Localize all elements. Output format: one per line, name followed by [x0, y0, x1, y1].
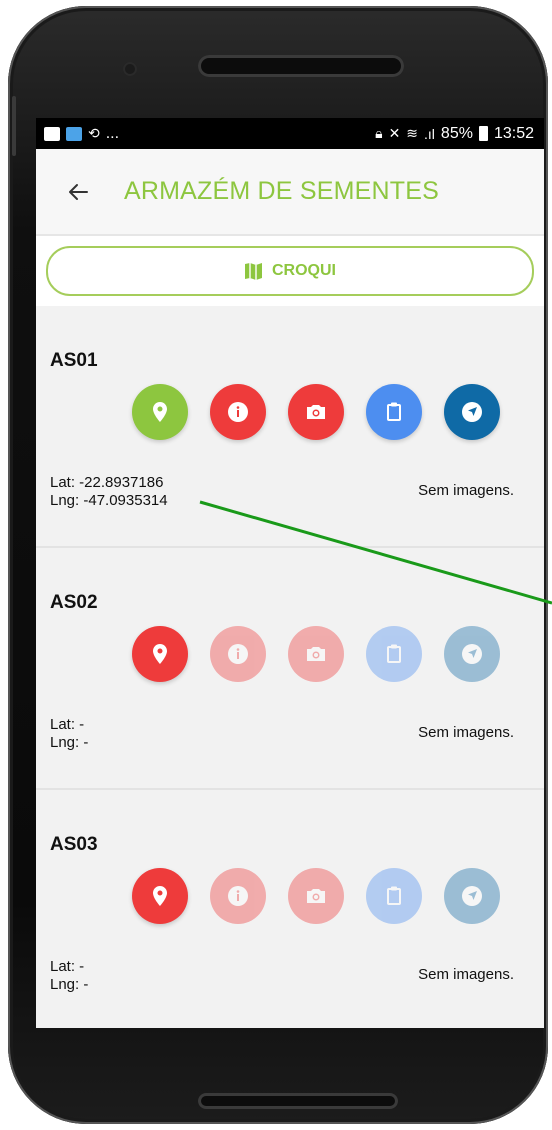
- camera-button: [288, 868, 344, 924]
- camera-icon: [307, 647, 325, 661]
- navigation-icon: [462, 402, 482, 422]
- location-button[interactable]: [132, 868, 188, 924]
- navigate-button: [444, 868, 500, 924]
- clipboard-icon: [387, 886, 401, 905]
- notes-button[interactable]: [366, 384, 422, 440]
- page-title: ARMAZÉM DE SEMENTES: [124, 177, 439, 205]
- back-arrow-icon: [69, 183, 88, 200]
- item-code: AS02: [50, 592, 98, 613]
- latitude: Lat: -: [50, 716, 85, 733]
- gallery-notification-icon: [44, 126, 60, 141]
- info-button[interactable]: [210, 384, 266, 440]
- item-code: AS03: [50, 834, 98, 855]
- back-button[interactable]: [58, 172, 98, 212]
- notes-button: [366, 868, 422, 924]
- screen: ⟲ ... 🔒︎ ✕ ≋ .ıl 85% 13:52 ARMAZÉM DE SE…: [36, 118, 544, 1028]
- wifi-icon: ≋: [406, 125, 419, 141]
- camera-icon: [307, 889, 325, 903]
- images-status: Sem imagens.: [418, 724, 514, 741]
- navigate-button: [444, 626, 500, 682]
- location-button[interactable]: [132, 384, 188, 440]
- action-buttons: [132, 384, 500, 440]
- latitude: Lat: -: [50, 958, 85, 975]
- action-buttons: [132, 626, 500, 682]
- info-button: [210, 626, 266, 682]
- longitude: Lng: -: [50, 734, 89, 751]
- navigation-icon: [462, 644, 482, 664]
- status-bar: ⟲ ... 🔒︎ ✕ ≋ .ıl 85% 13:52: [36, 118, 544, 149]
- clipboard-icon: [387, 644, 401, 663]
- navigation-icon: [462, 886, 482, 906]
- images-status: Sem imagens.: [418, 966, 514, 983]
- list-item: AS02 Lat: - Lng: - Sem imagens.: [36, 546, 544, 788]
- latitude: Lat: -22.8937186: [50, 474, 164, 491]
- croqui-label: CROQUI: [272, 262, 336, 279]
- lock-icon: 🔒︎: [375, 125, 383, 141]
- longitude: Lng: -47.0935314: [50, 492, 168, 509]
- camera-icon: [307, 405, 325, 419]
- action-buttons: [132, 868, 500, 924]
- croqui-container: CROQUI: [36, 236, 544, 306]
- list-item: AS01 Lat: -22.8937186 Lng: -47.0935314 S…: [36, 306, 544, 546]
- battery-icon: [478, 126, 488, 141]
- sync-icon: ⟲: [88, 125, 100, 141]
- navigate-button[interactable]: [444, 384, 500, 440]
- home-button[interactable]: [198, 1093, 398, 1109]
- clipboard-icon: [387, 402, 401, 421]
- map-marker-icon: [153, 644, 167, 664]
- info-icon: [228, 886, 248, 906]
- item-code: AS01: [50, 350, 98, 371]
- earpiece-speaker: [198, 55, 404, 77]
- camera-button: [288, 626, 344, 682]
- more-notifications: ...: [105, 124, 120, 142]
- coordinates: Lat: - Lng: -: [50, 958, 88, 994]
- map-marker-icon: [153, 402, 167, 422]
- side-button: [12, 96, 16, 156]
- coordinates: Lat: -22.8937186 Lng: -47.0935314: [50, 474, 168, 510]
- item-list: AS01 Lat: -22.8937186 Lng: -47.0935314 S…: [36, 306, 544, 1028]
- location-button[interactable]: [132, 626, 188, 682]
- signal-icon: .ıl: [424, 125, 435, 142]
- map-marker-icon: [153, 886, 167, 906]
- longitude: Lng: -: [50, 976, 89, 993]
- battery-level: 85%: [440, 124, 473, 142]
- notes-button: [366, 626, 422, 682]
- list-item: AS03 Lat: - Lng: - Sem imagens.: [36, 788, 544, 1028]
- croqui-button[interactable]: CROQUI: [46, 246, 534, 296]
- info-icon: [228, 644, 248, 664]
- front-camera: [123, 62, 137, 76]
- coordinates: Lat: - Lng: -: [50, 716, 88, 752]
- app-notification-icon: [66, 126, 82, 141]
- app-bar: ARMAZÉM DE SEMENTES: [36, 149, 544, 236]
- clock: 13:52: [493, 124, 534, 142]
- mute-icon: ✕: [388, 125, 401, 141]
- info-button: [210, 868, 266, 924]
- images-status: Sem imagens.: [418, 482, 514, 499]
- info-icon: [228, 402, 248, 422]
- map-icon: [245, 263, 262, 280]
- camera-button[interactable]: [288, 384, 344, 440]
